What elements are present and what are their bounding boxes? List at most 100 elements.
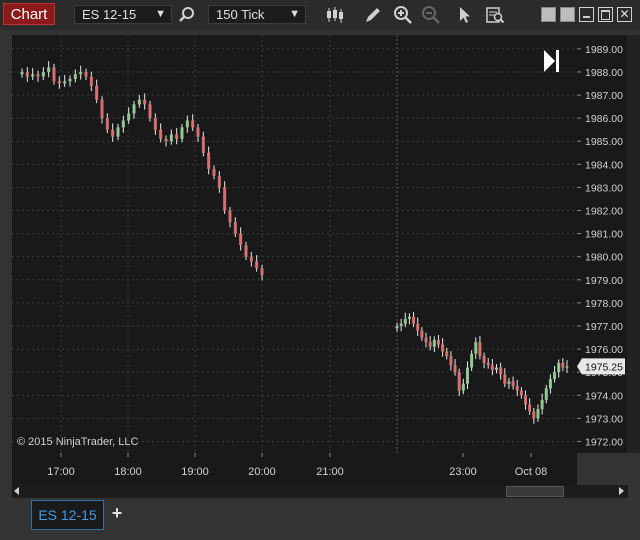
candle-body (453, 365, 457, 373)
candle-body (532, 411, 536, 419)
candle-body (407, 316, 411, 320)
candle-body (495, 367, 499, 370)
candle-body (445, 351, 449, 357)
price-tick-label: 1983.00 (585, 182, 623, 194)
candle-body (79, 71, 83, 75)
candle-body (25, 71, 29, 77)
candle-body (524, 395, 528, 405)
right-strip (627, 35, 640, 453)
price-axis[interactable]: 1989.00 1988.00 1987.00 1986.00 1985.00 1984.… (577, 35, 627, 453)
time-tick-label: 19:00 (181, 466, 209, 478)
candle-body (399, 323, 403, 326)
bar-type-icon[interactable] (324, 4, 346, 26)
candle-body (424, 337, 428, 343)
candle-body (557, 362, 561, 373)
price-tick-label: 1972.00 (585, 436, 623, 448)
scroll-right-icon[interactable] (619, 487, 624, 495)
tile-icon[interactable] (541, 7, 556, 22)
candle-body (212, 168, 216, 176)
minimize-icon[interactable] (579, 7, 594, 22)
time-tick-label: 23:00 (449, 466, 477, 478)
price-tick-label: 1978.00 (585, 298, 623, 310)
candle-body (499, 367, 503, 375)
data-box-icon[interactable] (484, 4, 506, 26)
candle-body (47, 67, 51, 72)
maximize-icon[interactable] (598, 7, 613, 22)
scroll-left-icon[interactable] (14, 487, 19, 495)
candle-body (565, 366, 569, 368)
candle-body (137, 99, 141, 105)
tile-icon[interactable] (560, 7, 575, 22)
candle-body (544, 388, 548, 400)
chart-menu-button[interactable]: Chart (3, 3, 55, 25)
candle-body (428, 342, 432, 347)
price-tick-label: 1982.00 (585, 206, 623, 218)
candle-body (121, 120, 125, 128)
candle-body (228, 210, 232, 223)
add-tab-button[interactable]: + (106, 502, 128, 524)
candle-body (420, 330, 424, 338)
candle-body (127, 113, 131, 121)
candle-body (478, 342, 482, 357)
candle-body (519, 390, 523, 396)
candle-body (84, 71, 88, 77)
toolbar: Chart ES 12-15 ▼ 150 Tick ▼ ✕ (0, 0, 640, 30)
candle-body (511, 381, 515, 387)
tab-es-12-15[interactable]: ES 12-15 (31, 500, 104, 530)
time-tick-label: 17:00 (47, 466, 75, 478)
candlestick-series (20, 61, 569, 424)
candle-body (239, 233, 243, 246)
zoom-in-icon[interactable] (392, 4, 414, 26)
zoom-out-icon[interactable] (420, 4, 442, 26)
price-tick-label: 1988.00 (585, 67, 623, 79)
interval-selector[interactable]: 150 Tick ▼ (208, 5, 306, 24)
pointer-icon[interactable] (454, 4, 476, 26)
price-tick-label: 1976.00 (585, 344, 623, 356)
search-icon[interactable] (176, 4, 198, 26)
candle-body (105, 118, 109, 130)
candle-body (116, 127, 120, 137)
candle-body (132, 104, 136, 114)
candle-body (143, 99, 147, 105)
scroll-to-end-icon[interactable] (544, 50, 559, 72)
candle-body (169, 134, 173, 142)
close-icon[interactable]: ✕ (617, 7, 632, 22)
candle-body (536, 409, 540, 419)
price-tick-label: 1977.00 (585, 321, 623, 333)
candle-body (52, 67, 56, 82)
time-axis[interactable]: 17:00 18:00 19:00 20:00 21:00 23:00 Oct 08 (12, 453, 577, 485)
candle-body (461, 383, 465, 391)
scrollbar-thumb[interactable] (506, 486, 564, 497)
candle-body (175, 134, 179, 139)
price-tick-label: 1989.00 (585, 44, 623, 56)
candle-body (100, 99, 104, 119)
candle-body (249, 256, 253, 262)
candle-body (20, 71, 24, 75)
time-axis-labels: 17:00 18:00 19:00 20:00 21:00 23:00 Oct 08 (47, 453, 547, 478)
candle-body (223, 187, 227, 211)
chart-panel[interactable]: © 2015 NinjaTrader, LLC (12, 35, 577, 453)
candle-body (490, 365, 494, 370)
candle-body (412, 316, 416, 324)
price-tick-label: 1981.00 (585, 229, 623, 241)
price-chart[interactable]: © 2015 NinjaTrader, LLC (12, 35, 577, 453)
copyright-text: © 2015 NinjaTrader, LLC (17, 436, 138, 448)
time-tick-label: Oct 08 (515, 466, 547, 478)
horizontal-scrollbar[interactable] (12, 485, 628, 498)
candle-body (432, 339, 436, 347)
instrument-selector[interactable]: ES 12-15 ▼ (74, 5, 172, 24)
candle-body (31, 74, 35, 77)
candle-body (416, 323, 420, 331)
candle-body (111, 129, 115, 137)
candle-body (159, 129, 163, 139)
price-tick-label: 1980.00 (585, 252, 623, 264)
candle-body (403, 319, 407, 324)
candle-body (436, 339, 440, 345)
price-tick-label: 1974.00 (585, 390, 623, 402)
candle-body (95, 85, 99, 100)
candle-body (207, 152, 211, 169)
pencil-draw-icon[interactable] (362, 4, 384, 26)
price-tick-label: 1973.00 (585, 413, 623, 425)
candle-body (153, 118, 157, 130)
candle-body (474, 342, 478, 354)
